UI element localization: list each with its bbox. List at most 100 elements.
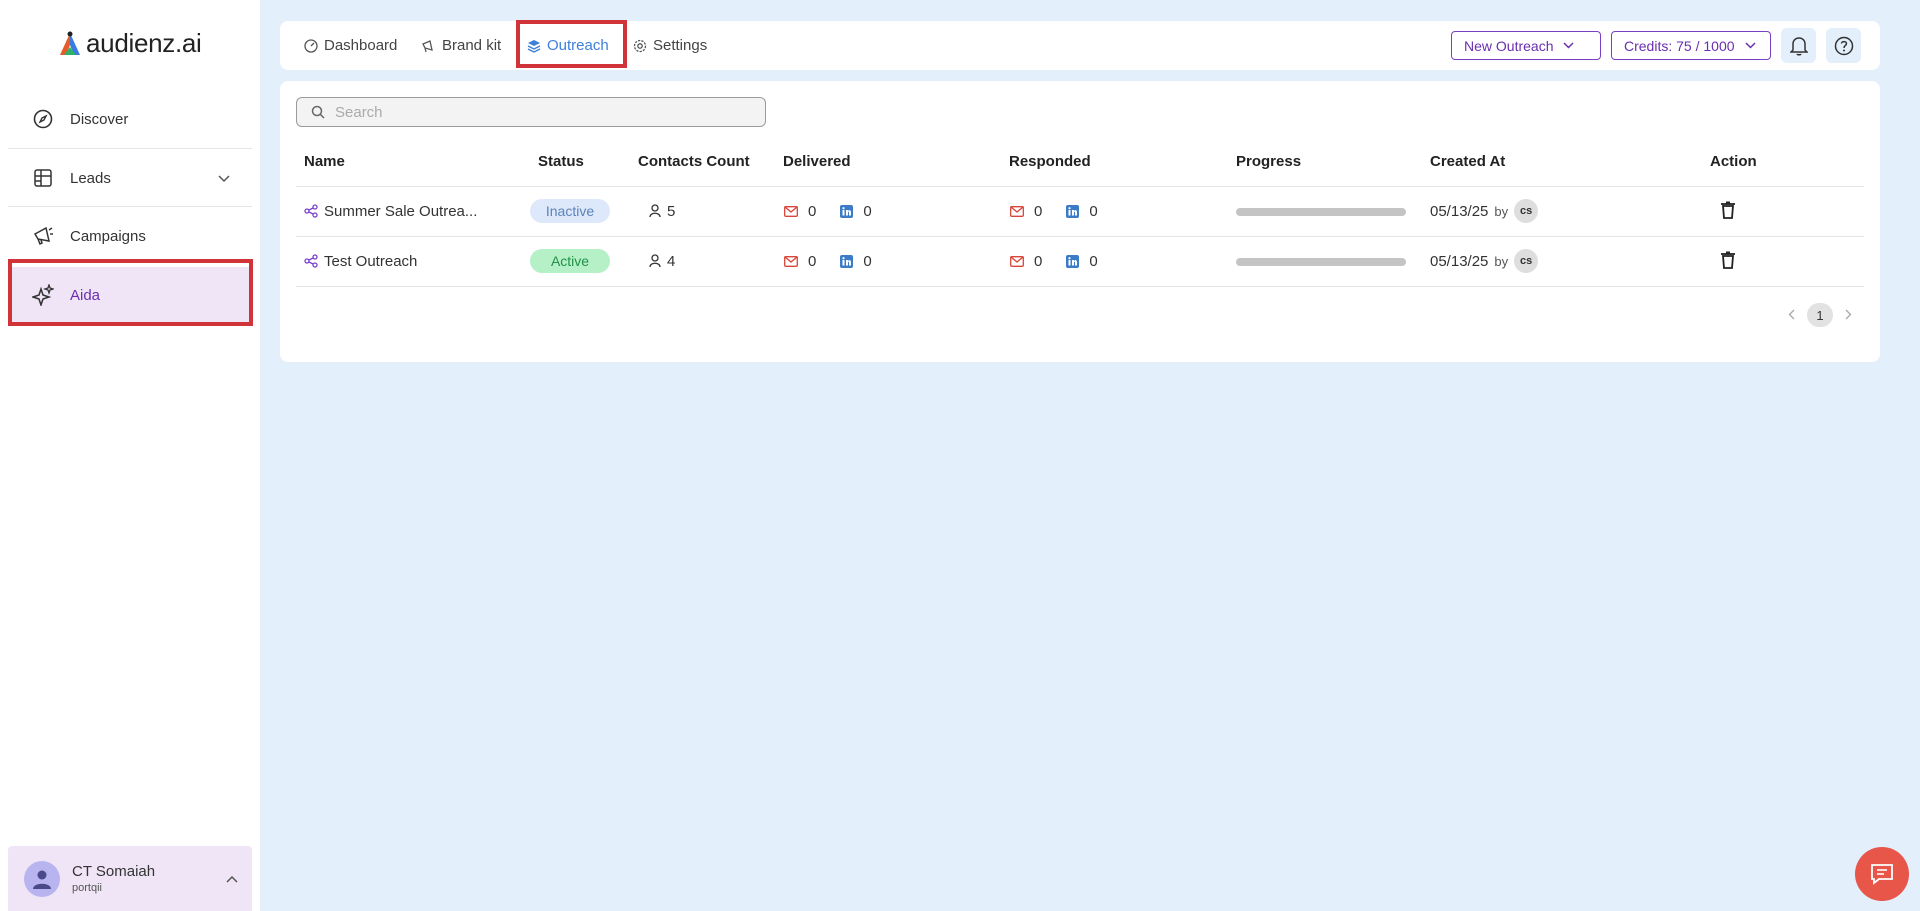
outreach-name[interactable]: Summer Sale Outrea... — [304, 199, 477, 223]
linkedin-icon — [840, 254, 854, 268]
chevron-left-icon[interactable] — [1788, 308, 1795, 323]
column-header-delivered[interactable]: Delivered — [783, 153, 851, 170]
megaphone-icon — [32, 225, 54, 247]
delete-button[interactable] — [1721, 248, 1735, 272]
credits-label: Credits: 75 / 1000 — [1624, 37, 1735, 54]
tab-settings[interactable]: Settings — [633, 21, 707, 70]
chevron-right-icon[interactable] — [1845, 308, 1852, 323]
sidebar-item-label: Discover — [70, 110, 129, 128]
outreach-name-text: Summer Sale Outrea... — [324, 202, 478, 220]
delivered-email-count: 0 — [808, 202, 817, 220]
person-icon — [649, 204, 661, 218]
linkedin-icon — [840, 204, 854, 218]
search-icon — [311, 105, 325, 119]
trash-icon — [1721, 251, 1735, 269]
mail-icon — [1010, 255, 1024, 267]
avatar — [24, 860, 60, 897]
chat-support-button[interactable] — [1855, 847, 1909, 901]
created-at: 05/13/25 by cs — [1430, 199, 1539, 223]
pagination: 1 — [1788, 303, 1852, 327]
mail-icon — [784, 205, 798, 217]
delivered-stats: 0 0 — [784, 199, 872, 223]
bell-icon — [1789, 36, 1808, 55]
avatar: cs — [1514, 249, 1539, 273]
responded-linkedin-count: 0 — [1089, 202, 1098, 220]
search-box[interactable] — [296, 97, 766, 127]
highlight-box — [8, 259, 253, 326]
sidebar-item-campaigns[interactable]: Campaigns — [8, 208, 252, 264]
chevron-down-icon — [1744, 42, 1756, 49]
tab-label: Dashboard — [324, 37, 398, 54]
column-header-responded[interactable]: Responded — [1009, 153, 1091, 170]
tab-label: Brand kit — [442, 37, 502, 54]
status-badge: Active — [530, 249, 610, 273]
tab-label: Settings — [653, 37, 708, 54]
column-header-status[interactable]: Status — [538, 153, 584, 170]
column-header-contacts[interactable]: Contacts Count — [638, 153, 750, 170]
outreach-name-text: Test Outreach — [324, 252, 418, 270]
logo-icon — [60, 31, 80, 55]
new-outreach-label: New Outreach — [1464, 37, 1554, 54]
sidebar-item-label: Leads — [70, 169, 111, 187]
contacts-count-value: 4 — [667, 252, 676, 270]
new-outreach-button[interactable]: New Outreach — [1451, 31, 1601, 60]
responded-linkedin-count: 0 — [1089, 252, 1098, 270]
column-header-name[interactable]: Name — [304, 153, 345, 170]
responded-stats: 0 0 — [1010, 249, 1098, 273]
created-by-label: by — [1494, 203, 1509, 219]
credits-dropdown[interactable]: Credits: 75 / 1000 — [1611, 31, 1771, 60]
megaphone-icon — [422, 39, 433, 52]
status-badge: Inactive — [530, 199, 610, 223]
chat-icon — [1871, 864, 1893, 885]
user-menu[interactable]: CT Somaiah portqii — [8, 846, 252, 911]
created-by-label: by — [1494, 253, 1509, 269]
column-header-created-at[interactable]: Created At — [1430, 153, 1505, 170]
sidebar: audienz.ai Discover Leads Campaigns Aida — [0, 0, 260, 911]
table-layout-icon — [32, 167, 54, 189]
created-date: 05/13/25 — [1430, 202, 1489, 220]
divider — [296, 286, 1864, 287]
help-button[interactable] — [1826, 28, 1861, 63]
search-input[interactable] — [335, 103, 735, 121]
user-org: portqii — [72, 882, 102, 894]
page-number[interactable]: 1 — [1807, 303, 1833, 327]
help-icon — [1834, 36, 1853, 55]
divider — [296, 236, 1864, 237]
linkedin-icon — [1066, 204, 1080, 218]
responded-email-count: 0 — [1034, 252, 1043, 270]
tab-dashboard[interactable]: Dashboard — [304, 21, 397, 70]
chevron-down-icon[interactable] — [218, 170, 230, 187]
delivered-linkedin-count: 0 — [863, 252, 872, 270]
mail-icon — [784, 255, 798, 267]
delivered-email-count: 0 — [808, 252, 817, 270]
created-at: 05/13/25 by cs — [1430, 249, 1539, 273]
responded-stats: 0 0 — [1010, 199, 1098, 223]
contacts-count-value: 5 — [667, 202, 676, 220]
avatar: cs — [1514, 199, 1539, 223]
chevron-up-icon[interactable] — [226, 870, 238, 888]
progress-bar — [1236, 208, 1406, 216]
contacts-count: 4 — [649, 249, 675, 273]
linkedin-icon — [1066, 254, 1080, 268]
contacts-count: 5 — [649, 199, 675, 223]
tab-brand-kit[interactable]: Brand kit — [421, 21, 501, 70]
brand-logo[interactable]: audienz.ai — [58, 28, 202, 59]
mail-icon — [1010, 205, 1024, 217]
brand-name: audienz.ai — [86, 28, 202, 58]
delivered-linkedin-count: 0 — [863, 202, 872, 220]
outreach-panel: Name Status Contacts Count Delivered Res… — [280, 81, 1880, 362]
delete-button[interactable] — [1721, 198, 1735, 222]
sidebar-item-leads[interactable]: Leads — [8, 150, 252, 206]
share-nodes-icon — [304, 254, 318, 268]
outreach-name[interactable]: Test Outreach — [304, 249, 417, 273]
highlight-box — [516, 20, 627, 68]
person-icon — [649, 254, 661, 268]
notifications-button[interactable] — [1781, 28, 1816, 63]
chevron-down-icon — [1563, 42, 1575, 49]
delivered-stats: 0 0 — [784, 249, 872, 273]
trash-icon — [1721, 201, 1735, 219]
column-header-progress[interactable]: Progress — [1236, 153, 1301, 170]
column-header-action[interactable]: Action — [1710, 153, 1757, 170]
share-nodes-icon — [304, 204, 318, 218]
sidebar-item-discover[interactable]: Discover — [8, 91, 252, 147]
